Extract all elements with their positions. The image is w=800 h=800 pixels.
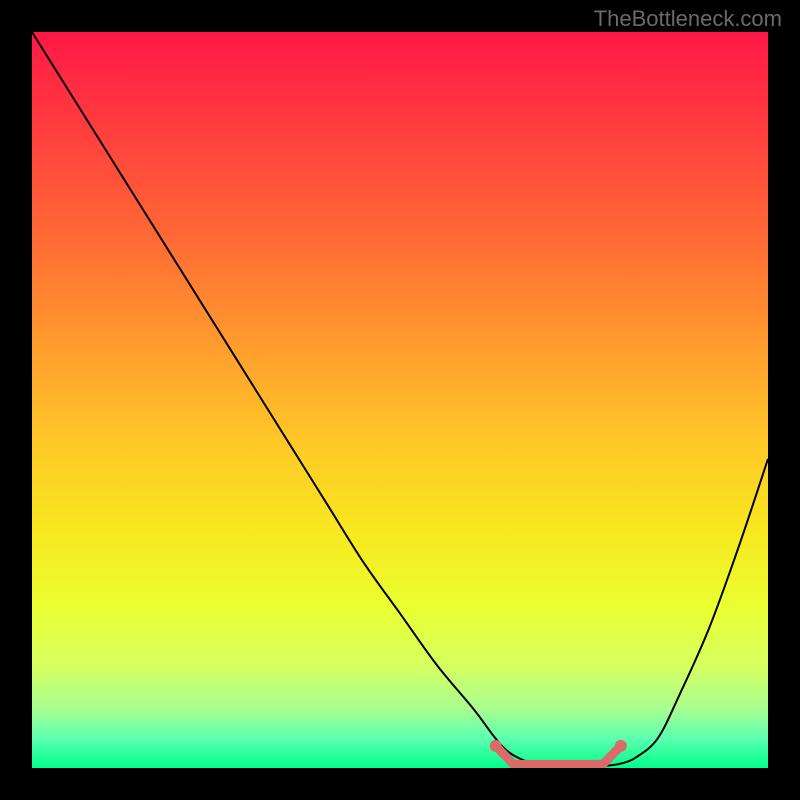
attribution-text: TheBottleneck.com — [594, 6, 782, 32]
chart-plot-area — [32, 32, 768, 768]
bottleneck-curve — [32, 32, 768, 767]
chart-svg — [32, 32, 768, 768]
